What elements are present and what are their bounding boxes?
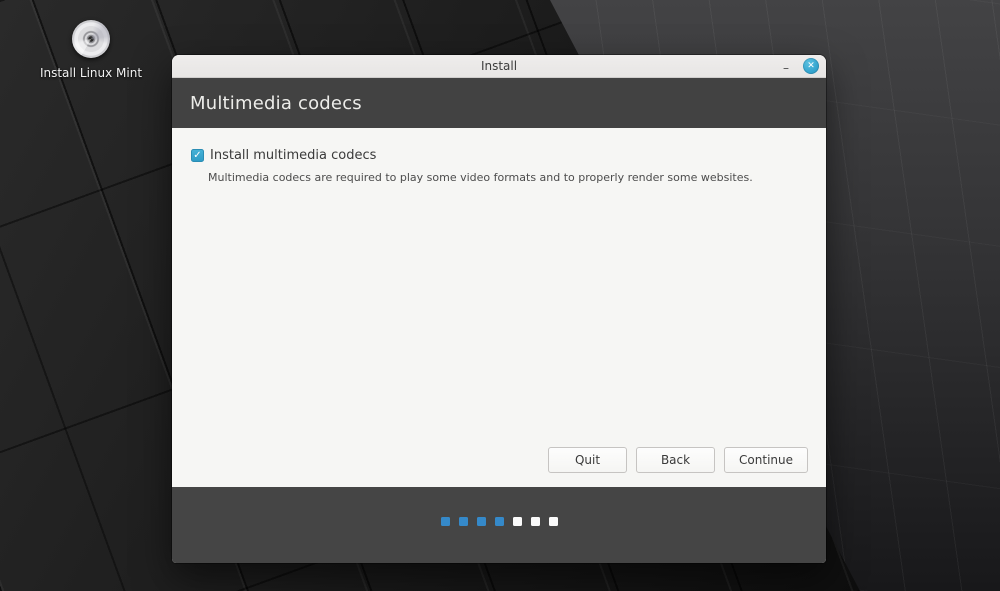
- back-button[interactable]: Back: [636, 447, 715, 473]
- progress-footer: [172, 487, 826, 563]
- page-title: Multimedia codecs: [190, 93, 362, 114]
- install-codecs-row: ✓ Install multimedia codecs: [172, 128, 826, 163]
- progress-step-dot: [477, 517, 486, 526]
- page-header: Multimedia codecs: [172, 78, 826, 128]
- install-codecs-checkbox[interactable]: ✓: [191, 149, 204, 162]
- window-titlebar[interactable]: Install – ✕: [172, 55, 826, 78]
- progress-step-dot: [441, 517, 450, 526]
- progress-step-dot: [549, 517, 558, 526]
- window-controls: – ✕: [779, 55, 819, 77]
- install-codecs-label[interactable]: Install multimedia codecs: [210, 148, 376, 163]
- codecs-description: Multimedia codecs are required to play s…: [172, 163, 826, 184]
- progress-step-dot: [513, 517, 522, 526]
- installer-window: Install – ✕ Multimedia codecs ✓ Install …: [172, 55, 826, 563]
- progress-step-dot: [531, 517, 540, 526]
- cd-disc-icon: [72, 20, 110, 58]
- action-buttons: Quit Back Continue: [548, 447, 808, 473]
- quit-button[interactable]: Quit: [548, 447, 627, 473]
- window-title: Install: [172, 59, 826, 73]
- page-content: ✓ Install multimedia codecs Multimedia c…: [172, 128, 826, 487]
- desktop-icon-label: Install Linux Mint: [36, 66, 146, 80]
- progress-step-dot: [495, 517, 504, 526]
- progress-step-dot: [459, 517, 468, 526]
- continue-button[interactable]: Continue: [724, 447, 808, 473]
- minimize-button[interactable]: –: [779, 59, 793, 73]
- close-button[interactable]: ✕: [803, 58, 819, 74]
- desktop-icon-install-linux-mint[interactable]: Install Linux Mint: [36, 20, 146, 80]
- progress-dots: [441, 517, 558, 526]
